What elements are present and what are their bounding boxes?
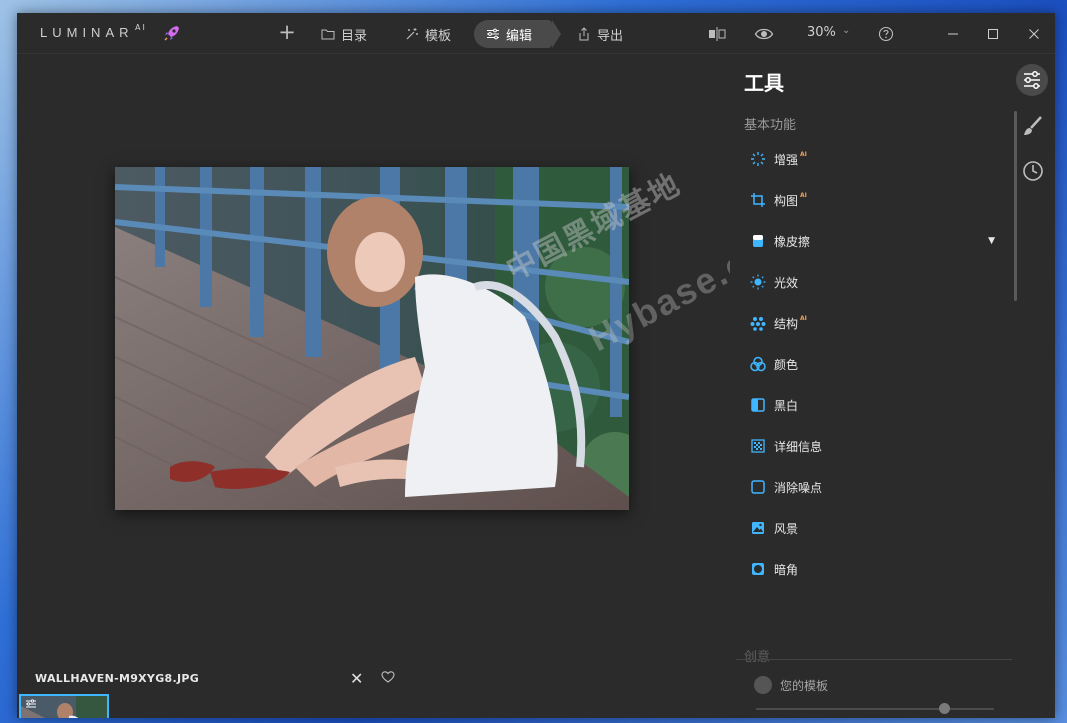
color-icon	[750, 356, 766, 372]
filmstrip-thumbnail[interactable]: ✕	[19, 694, 109, 718]
tool-light[interactable]: 光效	[750, 271, 995, 293]
tool-details[interactable]: 详细信息	[750, 435, 995, 457]
section-divider	[736, 659, 1012, 660]
rocket-icon[interactable]	[163, 24, 181, 42]
brush-icon	[1024, 116, 1042, 135]
title-bar: LUMINAR AI + 目录 模板 编辑 导出 30% ⌄	[17, 13, 1055, 54]
template-slider-track[interactable]	[756, 708, 994, 710]
tool-label: 光效	[774, 275, 799, 290]
tool-label: 详细信息	[774, 439, 823, 454]
ai-badge: AI	[800, 151, 807, 158]
zoom-level[interactable]: 30%	[807, 25, 836, 40]
photo-image	[115, 167, 629, 510]
magic-wand-icon	[406, 28, 418, 40]
tool-label: 构图	[774, 193, 799, 208]
section-basic-title[interactable]: 基本功能	[744, 114, 796, 133]
tool-bw[interactable]: 黑白	[750, 394, 995, 416]
eye-icon[interactable]	[754, 24, 774, 44]
help-icon[interactable]	[876, 24, 896, 44]
template-slider-knob[interactable]	[938, 703, 950, 714]
clock-icon	[1023, 161, 1043, 181]
brush-tab-button[interactable]	[1017, 110, 1049, 142]
tool-label: 橡皮擦	[774, 234, 811, 249]
edited-photo[interactable]	[115, 167, 629, 510]
tool-crop[interactable]: 构图 AI	[750, 189, 995, 211]
close-icon[interactable]	[1024, 24, 1044, 44]
dropdown-arrow-icon[interactable]: ▼	[988, 236, 995, 246]
tab-templates-label: 模板	[425, 28, 452, 44]
my-templates-label[interactable]: 您的模板	[780, 677, 828, 694]
tool-label: 风景	[774, 521, 799, 536]
app-logo-ai: AI	[135, 23, 147, 32]
tool-label: 黑白	[774, 398, 799, 413]
tool-label: 结构	[774, 316, 799, 331]
add-photos-button[interactable]: +	[275, 21, 299, 45]
tool-label: 暗角	[774, 562, 799, 577]
bw-icon	[751, 398, 765, 412]
tool-eraser[interactable]: 橡皮擦 ▼	[750, 230, 995, 252]
crop-icon	[751, 193, 765, 207]
tool-label: 颜色	[774, 357, 799, 372]
panel-title: 工具	[744, 71, 784, 95]
template-avatar	[754, 676, 772, 694]
edited-badge-icon	[26, 699, 36, 708]
tool-label: 增强	[774, 152, 799, 167]
maximize-icon[interactable]	[983, 24, 1003, 44]
tool-structure[interactable]: 结构 AI	[750, 312, 995, 334]
share-icon	[579, 27, 589, 41]
folder-icon	[321, 29, 335, 40]
chevron-down-icon[interactable]: ⌄	[842, 25, 850, 36]
tool-label: 消除噪点	[774, 480, 823, 495]
ai-badge: AI	[800, 315, 807, 322]
tab-edit-label: 编辑	[506, 28, 533, 44]
denoise-icon	[751, 480, 765, 494]
tab-edit[interactable]: 编辑	[474, 20, 561, 48]
enhance-icon	[751, 152, 765, 166]
tab-catalog-label: 目录	[341, 28, 368, 44]
luminar-window: LUMINAR AI + 目录 模板 编辑 导出 30% ⌄ 中国黑域基地 Hy…	[17, 13, 1055, 718]
history-tab-button[interactable]	[1017, 155, 1049, 187]
ai-badge: AI	[800, 192, 807, 199]
heart-icon[interactable]	[381, 670, 395, 684]
adjustments-icon	[1024, 71, 1040, 89]
tools-tab-button[interactable]	[1016, 64, 1048, 96]
compare-icon[interactable]	[707, 24, 727, 44]
tab-export-label: 导出	[597, 28, 624, 44]
tool-enhance[interactable]: 增强 AI	[750, 148, 995, 170]
details-icon	[751, 439, 765, 453]
tab-templates[interactable]: 模板	[393, 20, 463, 48]
tab-export[interactable]: 导出	[565, 20, 635, 48]
tool-vignette[interactable]: 暗角	[750, 558, 995, 580]
sliders-icon	[487, 28, 499, 40]
structure-icon	[750, 317, 766, 331]
tool-landscape[interactable]: 风景	[750, 517, 995, 539]
landscape-icon	[752, 522, 764, 534]
app-logo: LUMINAR	[40, 25, 134, 40]
tools-panel: 工具 基本功能 增强 AI 构图 AI 橡皮擦 ▼ 光效 结构 AI 颜色 黑白…	[730, 55, 1017, 718]
tab-catalog[interactable]: 目录	[309, 20, 379, 48]
eraser-icon	[753, 235, 763, 247]
minimize-icon[interactable]	[943, 24, 963, 44]
tool-color[interactable]: 颜色	[750, 353, 995, 375]
close-file-button[interactable]: ✕	[350, 669, 363, 688]
tool-denoise[interactable]: 消除噪点	[750, 476, 995, 498]
vignette-icon	[752, 563, 764, 575]
photo-canvas[interactable]: 中国黑域基地 Hybase.com WALLHAVEN-M9XYG8.JPG ✕…	[17, 55, 806, 718]
section-creative-title[interactable]: 创意	[744, 646, 770, 665]
sun-icon	[750, 274, 766, 290]
file-name: WALLHAVEN-M9XYG8.JPG	[35, 672, 200, 685]
